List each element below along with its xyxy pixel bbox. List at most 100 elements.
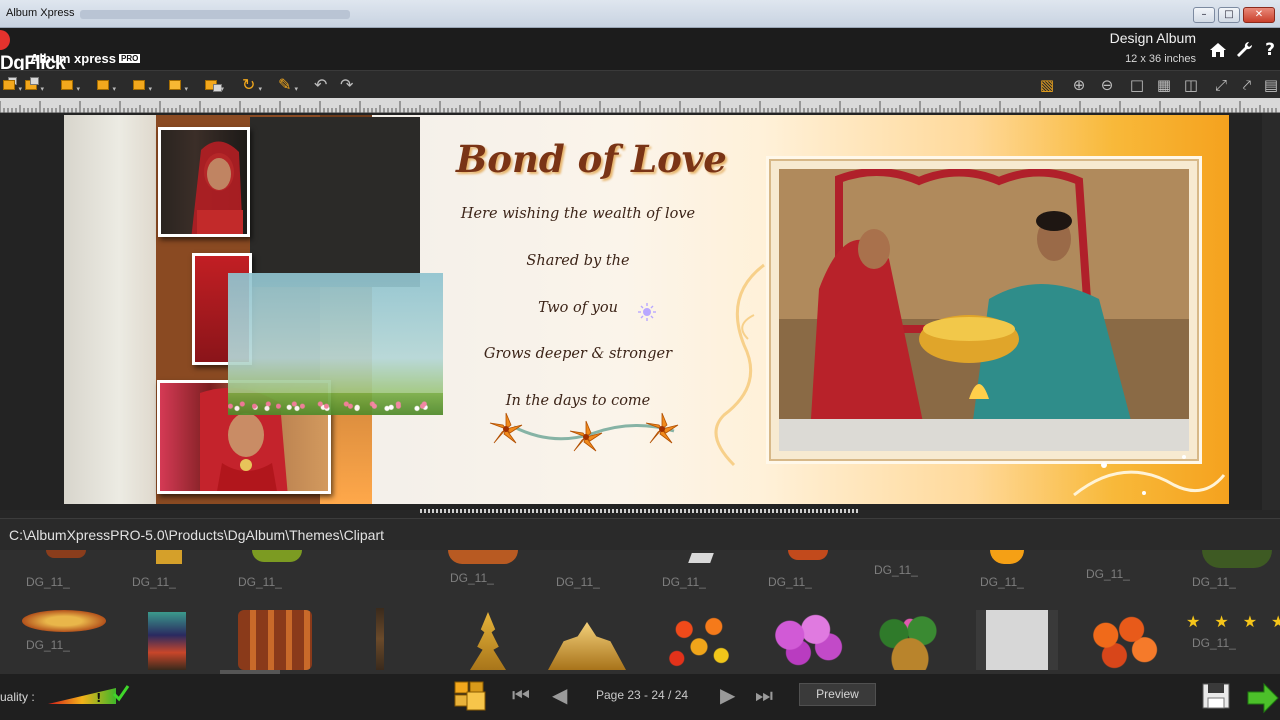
mode-title: Design Album xyxy=(1109,30,1196,46)
clipart-label: DG_11_ xyxy=(1192,636,1236,650)
snap-icon[interactable]: ▧ xyxy=(1036,75,1058,95)
page-indicator: Page 23 - 24 / 24 xyxy=(596,688,689,702)
align-bottom-icon[interactable]: ▾ xyxy=(130,75,152,95)
clipart-thumb[interactable] xyxy=(46,550,86,558)
album-title[interactable]: Bond of Love xyxy=(456,137,727,181)
product-name: Album xpress xyxy=(30,51,116,66)
minimize-button[interactable]: – xyxy=(1193,7,1215,23)
brush-icon[interactable]: ✎ ▾ xyxy=(276,75,298,95)
bring-to-front-icon[interactable]: ▾ xyxy=(0,75,22,95)
clipart-thumb[interactable] xyxy=(448,550,518,564)
sparkle-icon xyxy=(638,303,656,321)
dark-frame-block xyxy=(250,117,420,287)
clipart-path-bar: C:\AlbumXpressPRO-5.0\Products\DgAlbum\T… xyxy=(0,518,1280,550)
clipart-thumb-flowers[interactable] xyxy=(662,612,736,670)
clipart-thumb-candle[interactable] xyxy=(376,608,384,670)
next-step-arrow-icon[interactable] xyxy=(1246,682,1280,714)
fit-page-icon[interactable]: □ xyxy=(1126,75,1148,95)
redo-icon[interactable]: ↷ xyxy=(338,75,360,95)
home-icon[interactable] xyxy=(1208,40,1228,60)
clipart-thumb-orchids[interactable] xyxy=(764,612,850,670)
poem-line-2[interactable]: Shared by the xyxy=(448,253,708,269)
clipart-thumb[interactable] xyxy=(252,550,302,562)
workspace-right-edge xyxy=(1262,113,1280,510)
more-icon[interactable]: ▤ xyxy=(1260,75,1280,95)
clipart-thumb-diya-stand[interactable] xyxy=(470,612,506,670)
wedding-ceremony-photo xyxy=(779,169,1189,451)
quality-meter-icon: ! xyxy=(48,685,130,705)
grid-icon[interactable]: ▦ xyxy=(1153,75,1175,95)
poem-line-3[interactable]: Two of you xyxy=(448,300,708,316)
clipart-thumb[interactable] xyxy=(156,550,182,564)
fit-height-icon[interactable]: ⤤ xyxy=(1236,75,1258,95)
clipart-thumb[interactable] xyxy=(788,550,828,560)
svg-text:!: ! xyxy=(96,691,101,705)
first-page-icon[interactable]: ⏮ xyxy=(512,682,530,708)
clipart-label: DG_11_ xyxy=(874,563,918,577)
wedding-photo-frame[interactable] xyxy=(769,159,1199,461)
clipart-label: DG_11_ xyxy=(980,575,1024,589)
maximize-button[interactable]: □ xyxy=(1218,7,1240,23)
clipart-label: DG_11_ xyxy=(26,638,70,652)
pro-badge: PRO xyxy=(118,54,141,63)
album-size: 12 x 36 inches xyxy=(1125,53,1196,65)
zoom-in-icon[interactable]: ⊕ xyxy=(1068,75,1090,95)
clipart-label: DG_11_ xyxy=(1192,575,1236,589)
close-button[interactable]: ✕ xyxy=(1243,7,1275,23)
clipart-thumb-lilies[interactable] xyxy=(1080,612,1166,670)
poem-line-4[interactable]: Grows deeper & stronger xyxy=(448,346,708,362)
next-page-icon[interactable]: ▶ xyxy=(720,682,735,708)
clipart-folder-path: C:\AlbumXpressPRO-5.0\Products\DgAlbum\T… xyxy=(9,527,385,543)
quality-label: uality : xyxy=(0,690,35,704)
previous-page-icon[interactable]: ◀ xyxy=(552,682,567,708)
preview-button[interactable]: Preview xyxy=(799,683,876,706)
album-spread-canvas[interactable]: Bond of Love Here wishing the wealth of … xyxy=(64,115,1229,504)
clipart-label: DG_11_ xyxy=(238,575,282,589)
window-titlebar: Album Xpress – □ ✕ xyxy=(0,0,1280,28)
fit-width-icon[interactable]: ⤢ xyxy=(1210,75,1232,95)
clipart-label: DG_11_ xyxy=(450,571,494,585)
clipart-thumb-stars[interactable]: ★★★★ xyxy=(1186,612,1280,632)
main-toolbar: ▾ ▾ ▾ ▾ ▾ ▾ ▾ ↻ ▾ ✎ ▾ ↶ ↷ ▧ ⊕ ⊖ □ ▦ ◫ ⤢ ⤤ … xyxy=(0,70,1280,98)
help-icon[interactable]: ? xyxy=(1260,40,1280,60)
distribute-icon[interactable]: ▾ xyxy=(166,75,188,95)
align-left-icon[interactable]: ▾ xyxy=(58,75,80,95)
save-icon[interactable] xyxy=(1200,680,1234,714)
clipart-label: DG_11_ xyxy=(26,575,70,589)
group-icon[interactable]: ▾ xyxy=(202,75,224,95)
app-window: Album Xpress – □ ✕ DgFlick Album xpress P… xyxy=(0,0,1280,720)
rotate-icon[interactable]: ↻ ▾ xyxy=(240,75,262,95)
clipart-thumb[interactable] xyxy=(688,553,714,563)
clipart-label: DG_11_ xyxy=(556,575,600,589)
last-page-icon[interactable]: ⏭ xyxy=(755,682,773,708)
poem-line-1[interactable]: Here wishing the wealth of love xyxy=(448,206,708,222)
nature-overlay-image[interactable] xyxy=(228,273,443,415)
canvas-resize-handle[interactable] xyxy=(420,509,860,513)
clipart-thumb-flower-pot[interactable] xyxy=(870,614,950,670)
clipart-browser: DG_11_ DG_11_ DG_11_ DG_11_ DG_11_ DG_11… xyxy=(0,550,1280,674)
clipart-thumb-thali[interactable] xyxy=(22,610,106,632)
zoom-out-icon[interactable]: ⊖ xyxy=(1096,75,1118,95)
clipart-label: DG_11_ xyxy=(1086,567,1130,581)
floral-corner-decoration xyxy=(1073,455,1226,497)
wrench-icon[interactable] xyxy=(1234,40,1254,60)
app-header: DgFlick Album xpress PRO Design Album 12 … xyxy=(0,28,1280,74)
clipart-thumb-deity[interactable] xyxy=(148,612,186,670)
split-view-icon[interactable]: ◫ xyxy=(1180,75,1202,95)
clipart-thumb-idol-frame[interactable] xyxy=(976,610,1058,670)
clipart-thumb[interactable] xyxy=(1202,550,1272,568)
lily-flower-icon xyxy=(645,412,679,444)
clipart-label: DG_11_ xyxy=(132,575,176,589)
clipart-thumb-lamps[interactable] xyxy=(238,610,312,670)
blurred-file-path xyxy=(80,10,350,19)
clipart-label: DG_11_ xyxy=(768,575,812,589)
bride-photo-1[interactable] xyxy=(158,127,250,237)
clipart-thumb-ganesha[interactable] xyxy=(548,622,626,670)
align-top-icon[interactable]: ▾ xyxy=(94,75,116,95)
clipart-label: DG_11_ xyxy=(662,575,706,589)
page-thumbnails-icon[interactable] xyxy=(453,680,487,712)
undo-icon[interactable]: ↶ xyxy=(312,75,334,95)
send-backward-icon[interactable]: ▾ xyxy=(22,75,44,95)
clipart-thumb[interactable] xyxy=(990,550,1024,564)
lily-flower-icon xyxy=(569,420,603,452)
